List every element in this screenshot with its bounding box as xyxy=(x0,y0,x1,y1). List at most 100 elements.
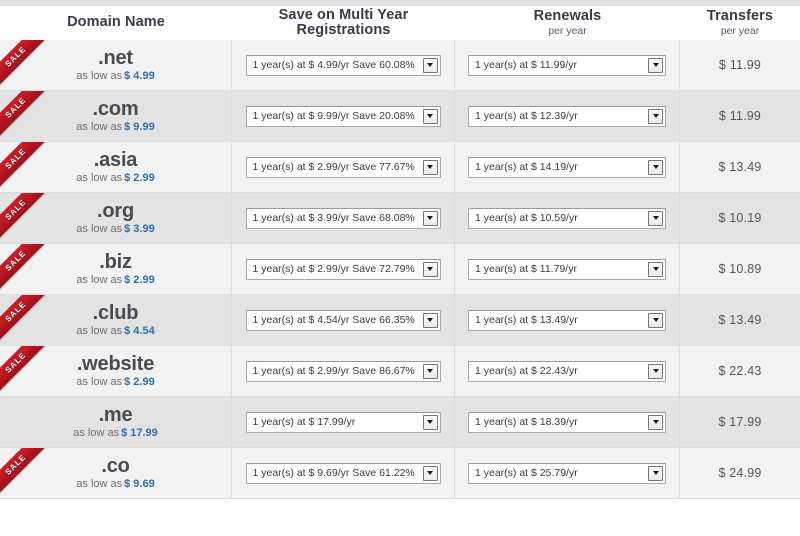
as-low-as-label: as low as xyxy=(76,70,123,82)
domain-name-cell: SALE .website as low as $ 2.99 xyxy=(0,346,232,396)
sale-ribbon-band: SALE xyxy=(0,448,49,498)
transfer-price-cell: $ 13.49 xyxy=(680,142,800,192)
chevron-down-icon[interactable] xyxy=(648,465,663,481)
domain-tld-label: .org xyxy=(97,200,134,222)
chevron-down-icon[interactable] xyxy=(422,159,438,175)
as-low-as-label: as low as xyxy=(76,478,123,490)
transfer-price-value: $ 24.99 xyxy=(718,466,762,480)
domain-name-cell: SALE .club as low as $ 4.54 xyxy=(0,295,232,345)
renewal-select-cell: 1 year(s) at $ 22.43/yr xyxy=(455,346,680,396)
multi-year-select-cell: 1 year(s) at $ 9.99/yr Save 20.08% xyxy=(232,91,455,141)
multi-year-select-value: 1 year(s) at $ 2.99/yr Save 72.79% xyxy=(252,262,415,275)
chevron-down-icon[interactable] xyxy=(422,312,438,328)
table-row: SALE .biz as low as $ 2.99 1 year(s) at $ 2.… xyxy=(0,244,800,295)
chevron-down-icon[interactable] xyxy=(422,363,438,379)
as-low-as-label: as low as xyxy=(76,223,123,235)
chevron-down-icon[interactable] xyxy=(648,108,663,124)
chevron-down-icon[interactable] xyxy=(648,261,663,277)
as-low-as-price: $ 9.99 xyxy=(124,121,155,133)
transfer-price-value: $ 11.99 xyxy=(718,109,762,123)
as-low-as-price: $ 4.54 xyxy=(124,325,155,337)
as-low-as-label: as low as xyxy=(76,325,123,337)
chevron-down-icon[interactable] xyxy=(648,414,663,430)
chevron-down-icon[interactable] xyxy=(422,261,438,277)
table-row: .me as low as $ 17.99 1 year(s) at $ 17.99/… xyxy=(0,397,800,448)
sale-ribbon-icon: SALE xyxy=(0,142,52,192)
sale-ribbon-label: SALE xyxy=(3,350,28,375)
transfer-price-value: $ 17.99 xyxy=(718,415,762,429)
table-row: SALE .org as low as $ 3.99 1 year(s) at $ 3.… xyxy=(0,193,800,244)
chevron-down-icon[interactable] xyxy=(422,465,438,481)
renewal-select-value: 1 year(s) at $ 12.39/yr xyxy=(475,109,578,122)
transfer-price-cell: $ 13.49 xyxy=(680,295,800,345)
renewal-select[interactable]: 1 year(s) at $ 22.43/yr xyxy=(468,360,666,382)
chevron-down-icon[interactable] xyxy=(422,414,438,430)
chevron-down-icon[interactable] xyxy=(648,312,663,328)
sale-ribbon-label: SALE xyxy=(3,248,28,273)
renewal-select[interactable]: 1 year(s) at $ 11.99/yr xyxy=(468,54,666,76)
multi-year-select[interactable]: 1 year(s) at $ 4.99/yr Save 60.08% xyxy=(245,54,441,76)
sale-ribbon-label: SALE xyxy=(3,197,28,222)
chevron-down-icon[interactable] xyxy=(648,57,663,73)
domain-tld-label: .club xyxy=(92,302,139,324)
sale-ribbon-band: SALE xyxy=(0,244,49,294)
multi-year-select[interactable]: 1 year(s) at $ 2.99/yr Save 77.67% xyxy=(245,156,441,178)
renewal-select[interactable]: 1 year(s) at $ 11.79/yr xyxy=(468,258,666,280)
domain-tld-label: .net xyxy=(98,47,133,69)
multi-year-select[interactable]: 1 year(s) at $ 4.54/yr Save 66.35% xyxy=(245,309,441,331)
renewal-select[interactable]: 1 year(s) at $ 14.19/yr xyxy=(468,156,666,178)
column-header-transfers-sublabel: per year xyxy=(720,24,760,37)
renewal-select[interactable]: 1 year(s) at $ 25.79/yr xyxy=(468,462,666,484)
renewal-select-value: 1 year(s) at $ 25.79/yr xyxy=(475,466,578,479)
table-row: SALE .club as low as $ 4.54 1 year(s) at $ 4… xyxy=(0,295,800,346)
column-header-multi-year-label: Save on Multi Year Registrations xyxy=(278,6,409,38)
multi-year-select[interactable]: 1 year(s) at $ 9.69/yr Save 61.22% xyxy=(245,462,441,484)
domain-tld-label: .biz xyxy=(99,251,132,273)
multi-year-select-value: 1 year(s) at $ 3.99/yr Save 68.08% xyxy=(252,211,415,224)
domain-tld-label: .website xyxy=(76,353,155,375)
chevron-down-icon[interactable] xyxy=(422,210,438,226)
table-header: Domain Name Save on Multi Year Registrat… xyxy=(0,6,800,40)
multi-year-select[interactable]: 1 year(s) at $ 2.99/yr Save 86.67% xyxy=(245,360,441,382)
chevron-down-icon[interactable] xyxy=(648,363,663,379)
multi-year-select[interactable]: 1 year(s) at $ 9.99/yr Save 20.08% xyxy=(245,105,441,127)
sale-ribbon-icon: SALE xyxy=(0,193,52,243)
multi-year-select[interactable]: 1 year(s) at $ 3.99/yr Save 68.08% xyxy=(245,207,441,229)
renewal-select-value: 1 year(s) at $ 10.59/yr xyxy=(475,211,578,224)
renewal-select[interactable]: 1 year(s) at $ 13.49/yr xyxy=(468,309,666,331)
multi-year-select[interactable]: 1 year(s) at $ 17.99/yr xyxy=(245,411,441,433)
renewal-select[interactable]: 1 year(s) at $ 12.39/yr xyxy=(468,105,666,127)
renewal-select-cell: 1 year(s) at $ 25.79/yr xyxy=(455,448,680,498)
renewal-select-value: 1 year(s) at $ 11.79/yr xyxy=(475,262,577,275)
as-low-as-label: as low as xyxy=(73,427,120,439)
multi-year-select-value: 1 year(s) at $ 4.54/yr Save 66.35% xyxy=(252,313,415,326)
renewal-select[interactable]: 1 year(s) at $ 10.59/yr xyxy=(468,207,666,229)
multi-year-select-cell: 1 year(s) at $ 9.69/yr Save 61.22% xyxy=(232,448,455,498)
sale-ribbon-band: SALE xyxy=(0,142,49,192)
multi-year-select[interactable]: 1 year(s) at $ 2.99/yr Save 72.79% xyxy=(245,258,441,280)
sale-ribbon-label: SALE xyxy=(3,95,28,120)
transfer-price-value: $ 11.99 xyxy=(718,58,762,72)
chevron-down-icon[interactable] xyxy=(422,108,438,124)
sale-ribbon-band: SALE xyxy=(0,295,49,345)
sale-ribbon-icon: SALE xyxy=(0,244,52,294)
as-low-as-line: as low as $ 2.99 xyxy=(76,377,154,388)
renewal-select-cell: 1 year(s) at $ 13.49/yr xyxy=(455,295,680,345)
multi-year-select-cell: 1 year(s) at $ 17.99/yr xyxy=(232,397,455,447)
transfer-price-value: $ 22.43 xyxy=(718,364,762,378)
renewal-select[interactable]: 1 year(s) at $ 18.39/yr xyxy=(468,411,666,433)
column-header-multi-year: Save on Multi Year Registrations xyxy=(232,6,455,38)
as-low-as-label: as low as xyxy=(76,376,123,388)
renewal-select-cell: 1 year(s) at $ 18.39/yr xyxy=(455,397,680,447)
domain-name-cell: SALE .co as low as $ 9.69 xyxy=(0,448,232,498)
chevron-down-icon[interactable] xyxy=(648,210,663,226)
table-row: SALE .website as low as $ 2.99 1 year(s) at … xyxy=(0,346,800,397)
renewal-select-value: 1 year(s) at $ 13.49/yr xyxy=(475,313,578,326)
sale-ribbon-band: SALE xyxy=(0,91,49,141)
table-row: SALE .asia as low as $ 2.99 1 year(s) at $ 2… xyxy=(0,142,800,193)
chevron-down-icon[interactable] xyxy=(422,57,438,73)
sale-ribbon-band: SALE xyxy=(0,40,49,90)
transfer-price-cell: $ 11.99 xyxy=(680,40,800,90)
renewal-select-cell: 1 year(s) at $ 11.79/yr xyxy=(455,244,680,294)
chevron-down-icon[interactable] xyxy=(648,159,663,175)
